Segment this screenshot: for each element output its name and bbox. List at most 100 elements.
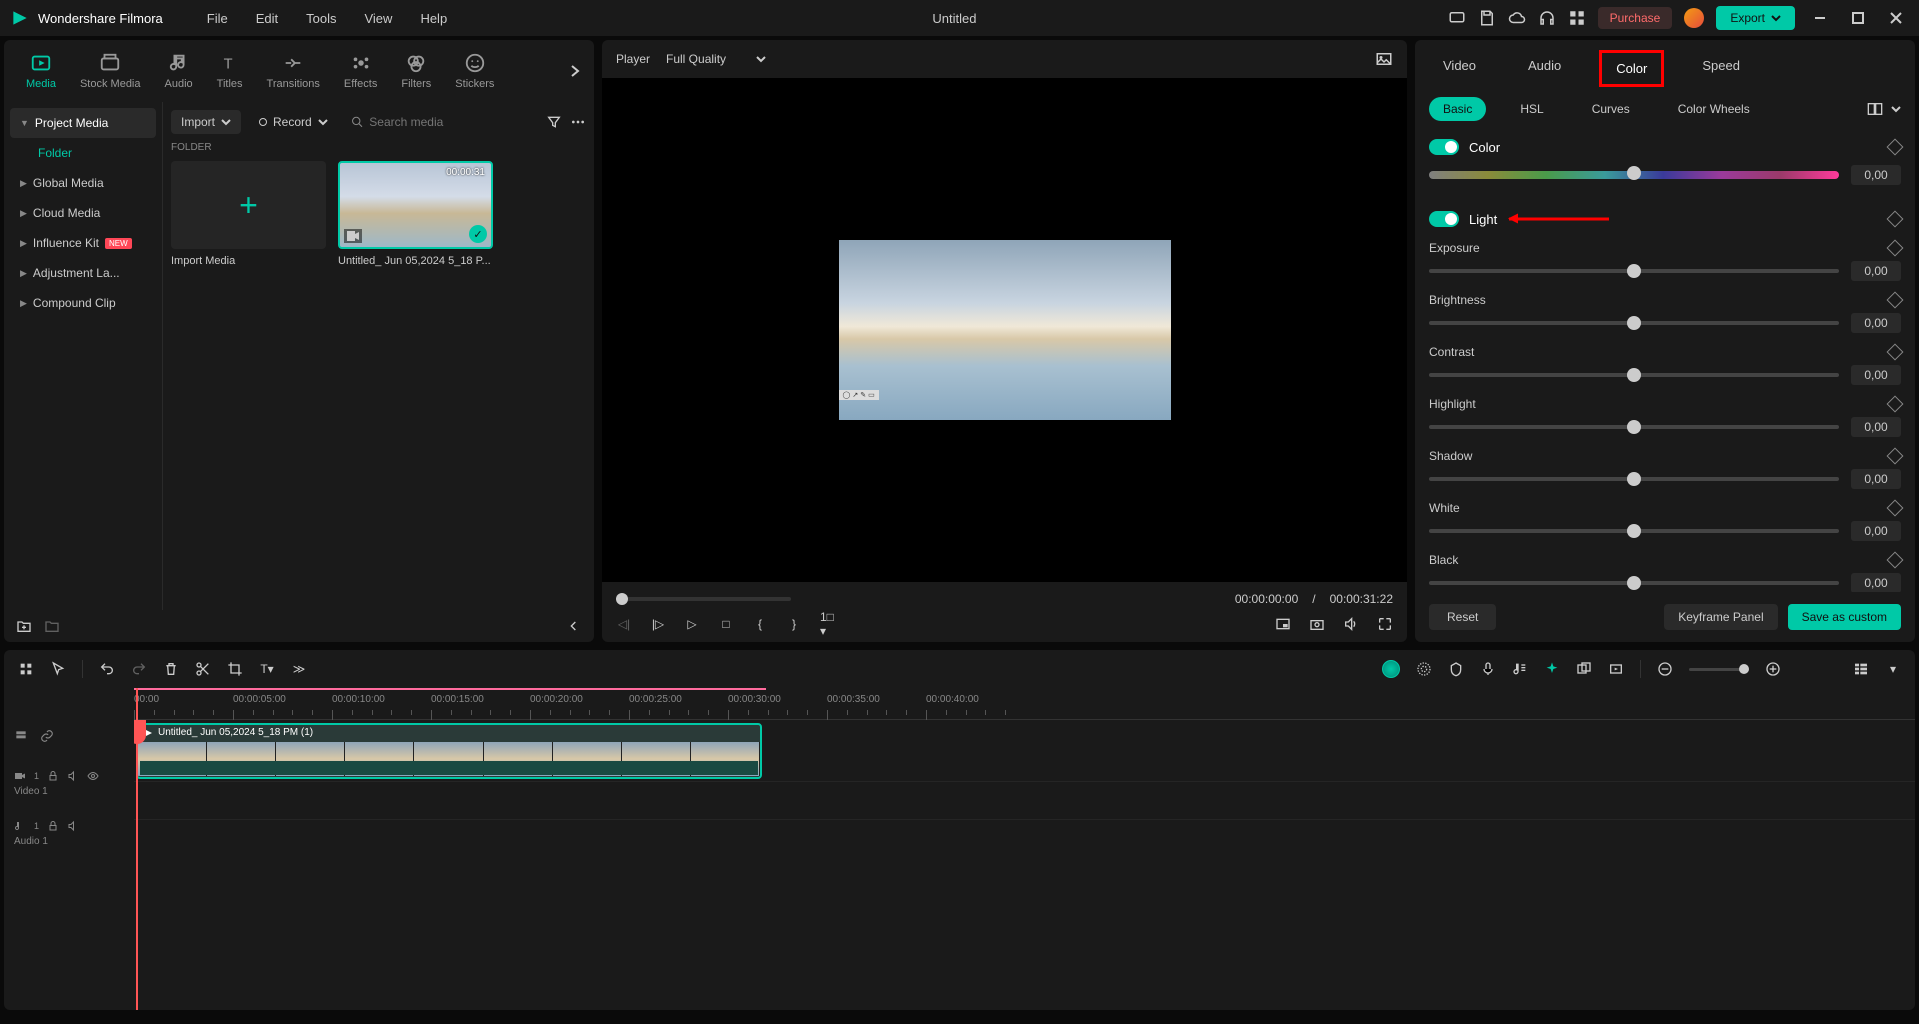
save-icon[interactable] <box>1478 9 1496 27</box>
keyframe-diamond-icon[interactable] <box>1887 552 1904 569</box>
new-folder-icon[interactable] <box>16 618 32 634</box>
timeline-clip[interactable]: Untitled_ Jun 05,2024 5_18 PM (1) <box>136 723 762 779</box>
color-slider-thumb[interactable] <box>1627 166 1641 180</box>
prop-value[interactable]: 0,00 <box>1851 521 1901 541</box>
view-mode-icon[interactable] <box>1853 661 1869 677</box>
sidebar-adjustment-layer[interactable]: ▶Adjustment La... <box>10 258 156 288</box>
light-toggle[interactable] <box>1429 211 1459 227</box>
menu-view[interactable]: View <box>350 11 406 26</box>
redo-icon[interactable] <box>131 661 147 677</box>
prop-slider[interactable] <box>1429 269 1839 273</box>
render-icon[interactable] <box>1608 661 1624 677</box>
prev-frame-button[interactable]: ◁| <box>616 616 632 632</box>
color-value[interactable]: 0,00 <box>1851 165 1901 185</box>
sidebar-compound-clip[interactable]: ▶Compound Clip <box>10 288 156 318</box>
purchase-button[interactable]: Purchase <box>1598 7 1673 29</box>
sidebar-project-media[interactable]: ▼Project Media <box>10 108 156 138</box>
save-custom-button[interactable]: Save as custom <box>1788 604 1901 630</box>
sidebar-influence-kit[interactable]: ▶Influence KitNEW <box>10 228 156 258</box>
keyframe-diamond-icon[interactable] <box>1887 344 1904 361</box>
adjust-icon[interactable] <box>1416 661 1432 677</box>
device-icon[interactable] <box>1448 9 1466 27</box>
color-toggle[interactable] <box>1429 139 1459 155</box>
marker-icon[interactable] <box>1448 661 1464 677</box>
sidebar-cloud-media[interactable]: ▶Cloud Media <box>10 198 156 228</box>
compare-icon[interactable] <box>1867 102 1883 116</box>
tab-filters[interactable]: Filters <box>391 48 441 94</box>
view-dropdown-icon[interactable]: ▾ <box>1885 661 1901 677</box>
keyframe-diamond-icon[interactable] <box>1887 448 1904 465</box>
mark-in-button[interactable]: { <box>752 616 768 632</box>
prop-value[interactable]: 0,00 <box>1851 573 1901 592</box>
filter-icon[interactable] <box>546 114 562 130</box>
voiceover-icon[interactable] <box>1480 661 1496 677</box>
picture-icon[interactable] <box>1375 50 1393 68</box>
sidebar-folder[interactable]: Folder <box>10 138 156 168</box>
tab-audio[interactable]: Audio <box>155 48 203 94</box>
stop-button[interactable]: □ <box>718 616 734 632</box>
slider-thumb[interactable] <box>1627 316 1641 330</box>
audio-track-row[interactable] <box>134 782 1915 820</box>
keyframe-diamond-icon[interactable] <box>1887 240 1904 257</box>
zoom-out-icon[interactable] <box>1657 661 1673 677</box>
menu-edit[interactable]: Edit <box>242 11 292 26</box>
quality-select[interactable]: Full Quality <box>666 52 766 66</box>
prop-value[interactable]: 0,00 <box>1851 365 1901 385</box>
tracks-area[interactable]: 00:0000:00:05:0000:00:10:0000:00:15:0000… <box>134 688 1915 1010</box>
timeline-ruler[interactable]: 00:0000:00:05:0000:00:10:0000:00:15:0000… <box>134 688 1915 720</box>
keyframe-diamond-icon[interactable] <box>1887 211 1904 228</box>
tab-speed[interactable]: Speed <box>1688 50 1754 87</box>
headphone-icon[interactable] <box>1538 9 1556 27</box>
prop-slider[interactable] <box>1429 321 1839 325</box>
prop-value[interactable]: 0,00 <box>1851 417 1901 437</box>
select-tool-icon[interactable] <box>18 661 34 677</box>
menu-help[interactable]: Help <box>406 11 461 26</box>
prop-slider[interactable] <box>1429 581 1839 585</box>
mute-icon[interactable] <box>67 820 79 832</box>
import-button[interactable]: Import <box>171 110 241 134</box>
record-button[interactable]: Record <box>249 110 338 134</box>
reset-button[interactable]: Reset <box>1429 604 1496 630</box>
snapshot-button[interactable] <box>1309 616 1325 632</box>
prop-value[interactable]: 0,00 <box>1851 313 1901 333</box>
prop-slider[interactable] <box>1429 477 1839 481</box>
slider-thumb[interactable] <box>1627 368 1641 382</box>
chevron-down-icon[interactable] <box>1891 104 1901 114</box>
fullscreen-button[interactable] <box>1377 616 1393 632</box>
zoom-in-icon[interactable] <box>1765 661 1781 677</box>
split-icon[interactable] <box>195 661 211 677</box>
search-input[interactable] <box>369 115 533 129</box>
close-icon[interactable] <box>1889 11 1903 25</box>
step-back-button[interactable]: |▷ <box>650 616 666 632</box>
tab-titles[interactable]: TTitles <box>207 48 253 94</box>
audio-mix-icon[interactable] <box>1512 661 1528 677</box>
export-button[interactable]: Export <box>1716 6 1795 30</box>
playhead-head-icon[interactable] <box>134 720 146 744</box>
play-button[interactable]: ▷ <box>684 616 700 632</box>
more-tools-icon[interactable]: ≫ <box>291 661 307 677</box>
keyframe-diamond-icon[interactable] <box>1887 396 1904 413</box>
color-preview-icon[interactable] <box>1382 660 1400 678</box>
menu-tools[interactable]: Tools <box>292 11 350 26</box>
keyframe-diamond-icon[interactable] <box>1887 292 1904 309</box>
ratio-button[interactable]: 1□ ▾ <box>820 616 836 632</box>
progress-thumb[interactable] <box>616 593 628 605</box>
stack-icon[interactable] <box>14 729 28 743</box>
slider-thumb[interactable] <box>1627 472 1641 486</box>
mark-out-button[interactable]: } <box>786 616 802 632</box>
prop-slider[interactable] <box>1429 529 1839 533</box>
playhead[interactable] <box>136 688 138 1010</box>
tab-effects[interactable]: Effects <box>334 48 387 94</box>
cloud-icon[interactable] <box>1508 9 1526 27</box>
tab-stock-media[interactable]: Stock Media <box>70 48 151 94</box>
prop-value[interactable]: 0,00 <box>1851 261 1901 281</box>
color-rainbow-slider[interactable] <box>1429 171 1839 179</box>
progress-bar[interactable] <box>616 597 791 601</box>
tab-stickers[interactable]: Stickers <box>445 48 504 94</box>
subtab-basic[interactable]: Basic <box>1429 97 1486 121</box>
video-track-row[interactable]: Untitled_ Jun 05,2024 5_18 PM (1) <box>134 720 1915 782</box>
keyframe-diamond-icon[interactable] <box>1887 139 1904 156</box>
prop-slider[interactable] <box>1429 425 1839 429</box>
zoom-slider[interactable] <box>1689 668 1749 671</box>
tab-media[interactable]: Media <box>16 48 66 94</box>
